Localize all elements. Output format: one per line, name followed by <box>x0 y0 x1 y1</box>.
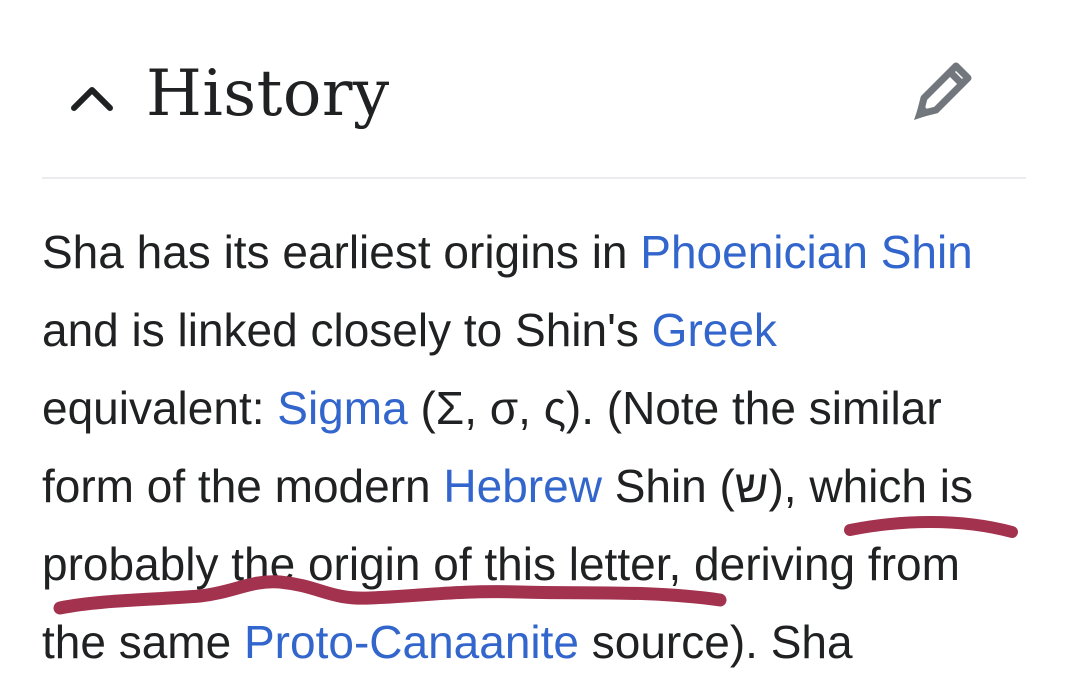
text-run: and is linked closely to Shin's <box>42 304 652 356</box>
text-run: Shin (ש), which is <box>601 460 973 512</box>
collapse-section-button[interactable] <box>68 78 116 118</box>
paragraph-line: the same Proto-Canaanite source). Sha <box>42 603 1042 678</box>
text-run: equivalent: <box>42 382 278 434</box>
paragraph-line: form of the modern Hebrew Shin (ש), whic… <box>42 447 1042 525</box>
link-hebrew[interactable]: Hebrew <box>443 460 602 512</box>
pencil-icon <box>914 62 972 120</box>
chevron-up-icon <box>71 87 113 111</box>
section-divider <box>42 177 1026 179</box>
link-phoenician-shin[interactable]: Phoenician Shin <box>640 226 972 278</box>
text-run: form of the modern <box>42 460 444 512</box>
section-header: History <box>42 40 1026 150</box>
link-sigma[interactable]: Sigma <box>277 382 407 434</box>
text-run: probably the origin of this letter, deri… <box>42 538 960 590</box>
text-run: Sha has its earliest origins in <box>42 226 641 278</box>
history-paragraph: Sha has its earliest origins in Phoenici… <box>42 213 1042 678</box>
text-run: source). Sha <box>578 616 853 668</box>
paragraph-line: Sha has its earliest origins in Phoenici… <box>42 213 1042 291</box>
paragraph-line: equivalent: Sigma (Σ, σ, ς). (Note the s… <box>42 369 1042 447</box>
link-greek[interactable]: Greek <box>652 304 777 356</box>
text-run: (Σ, σ, ς). (Note the similar <box>407 382 942 434</box>
text-run: the same <box>42 616 244 668</box>
edit-section-button[interactable] <box>906 52 982 128</box>
paragraph-line: probably the origin of this letter, deri… <box>42 525 1042 603</box>
paragraph-line: and is linked closely to Shin's Greek <box>42 291 1042 369</box>
link-proto-canaanite[interactable]: Proto-Canaanite <box>244 616 579 668</box>
section-title: History <box>146 57 390 131</box>
